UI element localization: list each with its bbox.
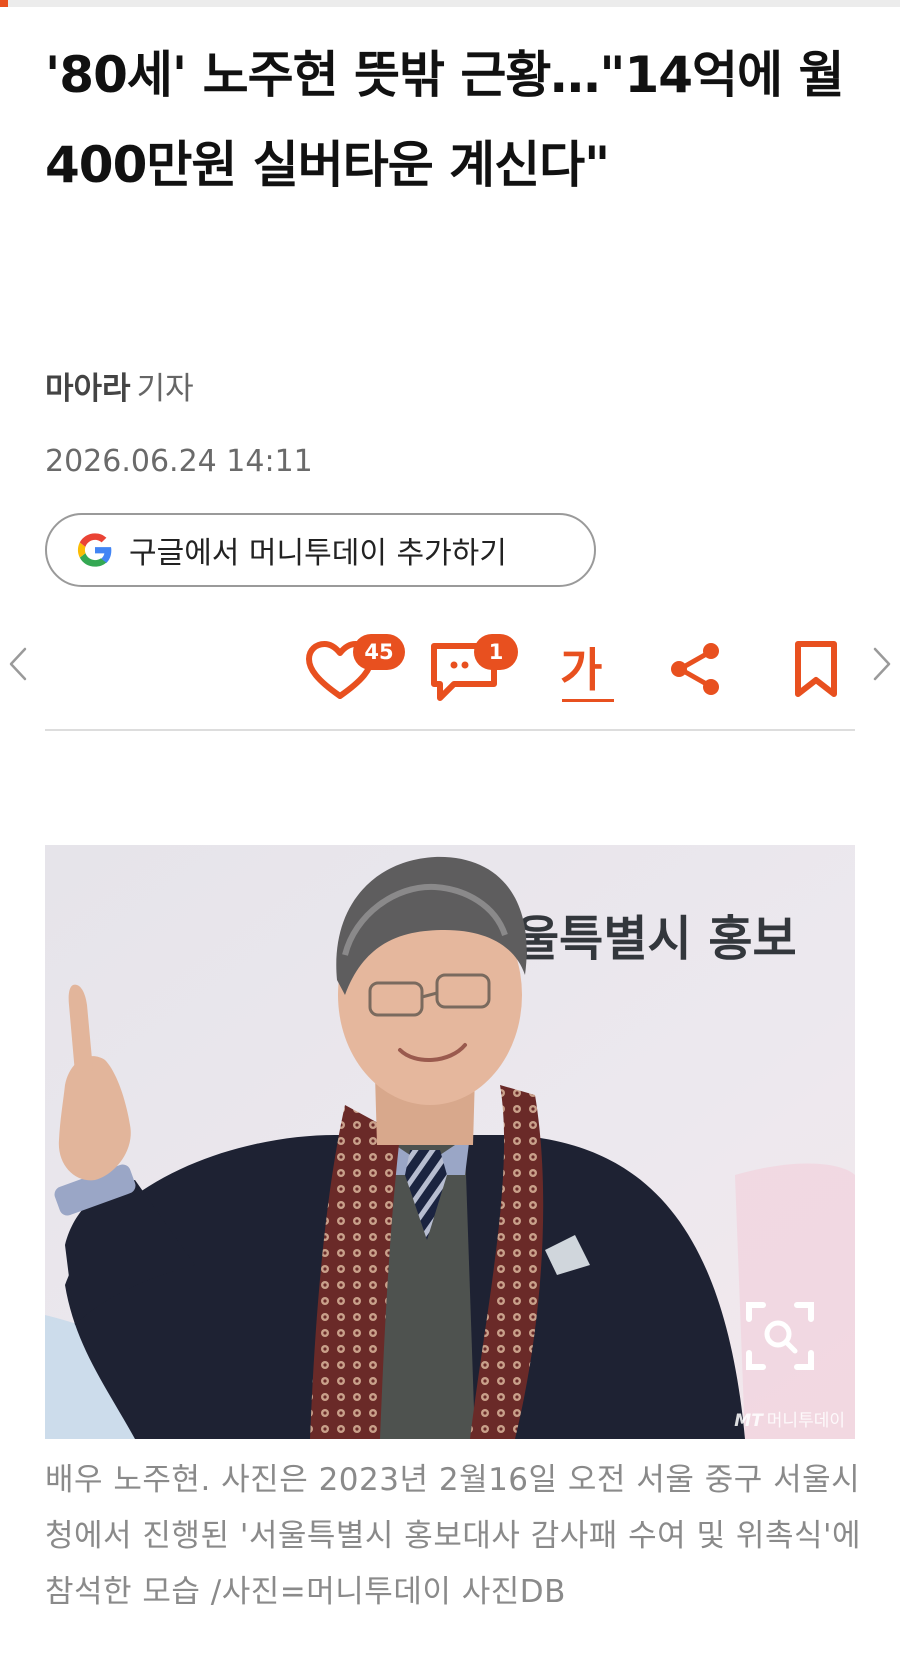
add-to-google-label: 구글에서 머니투데이 추가하기 [129, 536, 507, 571]
font-size-button[interactable]: 가 [560, 634, 614, 702]
photo-watermark: MT 머니투데이 [734, 1406, 845, 1431]
font-size-label: 가 [560, 643, 603, 697]
byline: 마아라 기자 [45, 363, 194, 408]
photo-caption: 배우 노주현. 사진은 2023년 2월16일 오전 서울 중구 서울시청에서 … [45, 1462, 862, 1610]
reporter-name[interactable]: 마아라 [45, 371, 131, 407]
article-action-bar: 45 1 가 [0, 620, 900, 720]
like-count-badge: 45 [353, 634, 405, 670]
photo-illustration: 울특별시 홍보 [45, 845, 855, 1439]
article-date: 2026.06.24 14:11 [45, 444, 313, 479]
watermark-text: 머니투데이 [766, 1411, 845, 1431]
top-progress-bar [0, 0, 900, 7]
google-icon [77, 533, 112, 567]
add-to-google-button[interactable]: 구글에서 머니투데이 추가하기 [45, 513, 596, 587]
reporter-role: 기자 [136, 371, 194, 407]
article-headline: '80세' 노주현 뜻밖 근황…"14억에 월 400만원 실버타운 계신다" [45, 46, 844, 194]
comment-button[interactable]: 1 [428, 632, 538, 702]
watermark-logo: MT [734, 1411, 763, 1431]
font-size-underline [562, 699, 614, 702]
backdrop-text: 울특별시 홍보 [515, 911, 797, 967]
zoom-icon[interactable] [745, 1301, 815, 1371]
chevron-left-icon[interactable] [8, 647, 28, 681]
chevron-right-icon[interactable] [872, 647, 892, 681]
bookmark-icon[interactable] [792, 640, 840, 698]
article-photo[interactable]: 울특별시 홍보 MT 머니투데이 [45, 845, 855, 1439]
like-button[interactable]: 45 [305, 632, 415, 702]
top-progress-accent [0, 0, 8, 7]
action-bar-divider [45, 729, 855, 731]
share-icon[interactable] [666, 640, 724, 698]
comment-count-badge: 1 [474, 634, 518, 670]
